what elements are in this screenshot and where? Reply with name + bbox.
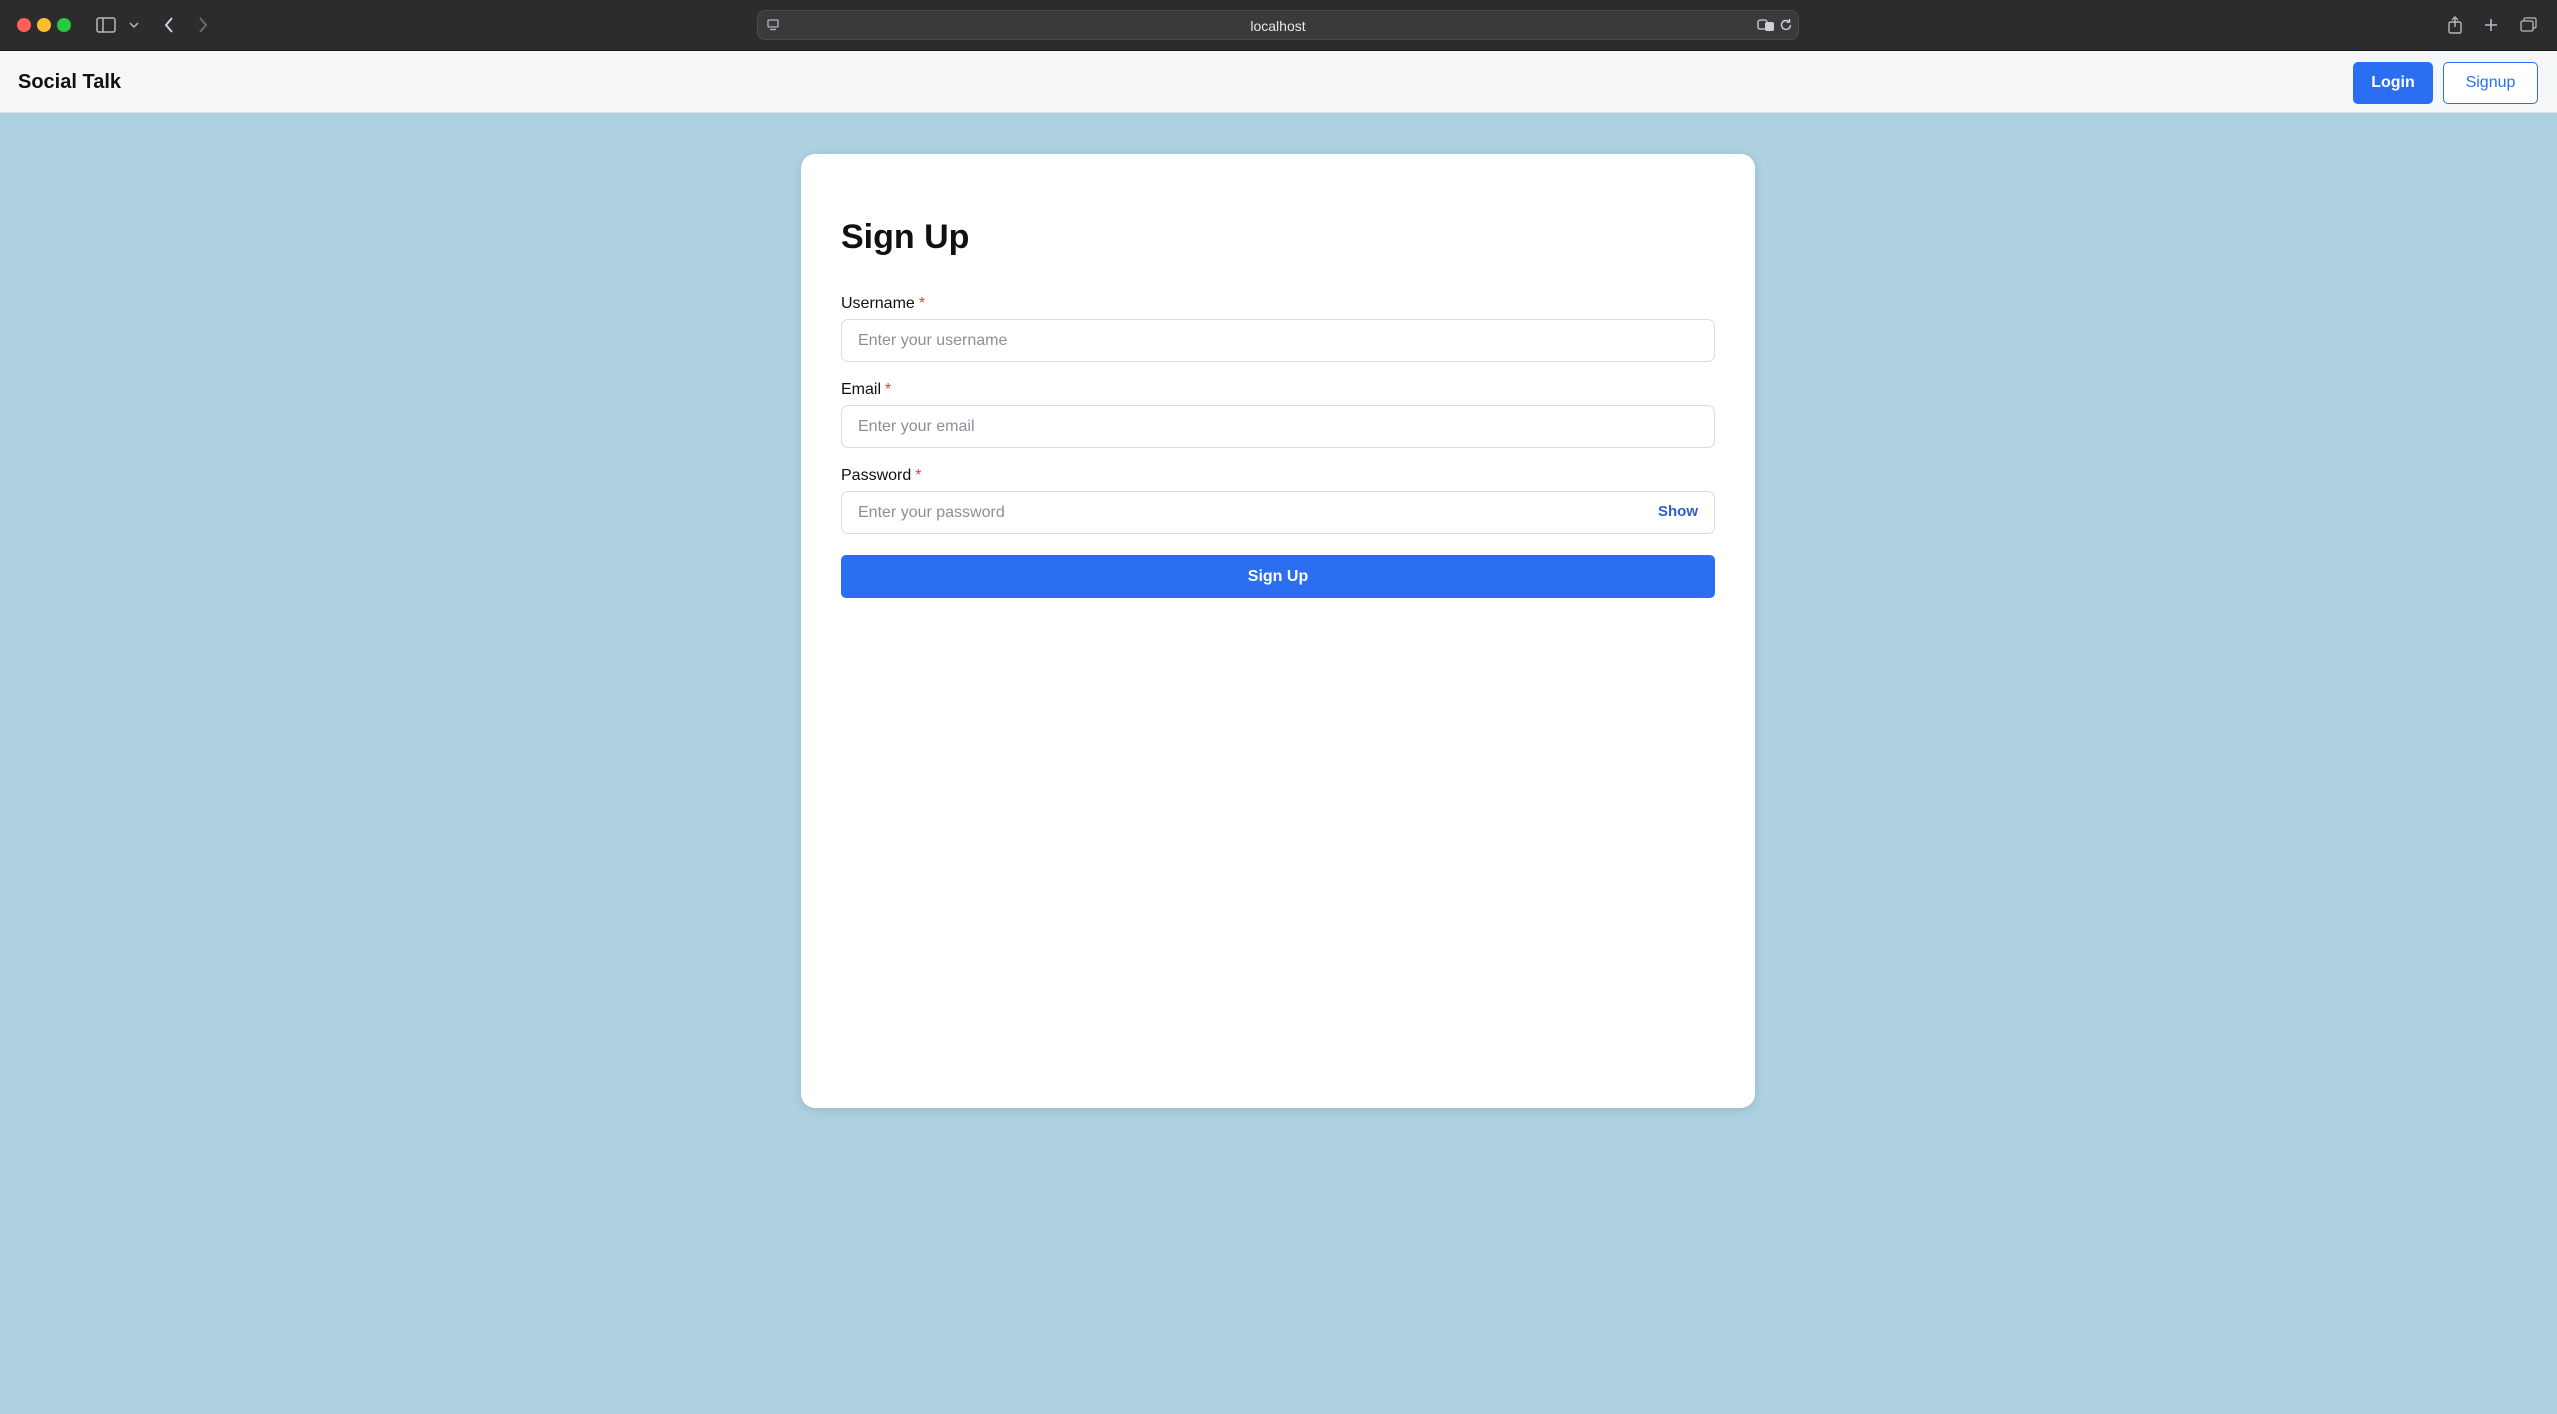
app-navbar: Social Talk Login Signup [0, 51, 2557, 113]
password-label-text: Password [841, 467, 912, 484]
chevron-down-icon[interactable] [126, 12, 142, 38]
forward-icon[interactable] [192, 12, 214, 38]
signup-submit-button[interactable]: Sign Up [841, 555, 1715, 598]
username-label-text: Username [841, 295, 915, 312]
sidebar-icon[interactable] [94, 12, 118, 38]
required-marker: * [915, 467, 922, 484]
username-label: Username * [841, 295, 925, 313]
email-input[interactable] [841, 405, 1715, 448]
signup-card: Sign Up Username* Email* Password* Show … [801, 154, 1755, 1108]
signup-button[interactable]: Signup [2443, 62, 2538, 104]
reload-icon[interactable] [1779, 18, 1793, 37]
browser-toolbar: localhost [0, 0, 2557, 51]
translate-icon[interactable] [1757, 18, 1775, 37]
new-tab-icon[interactable] [2480, 12, 2502, 38]
password-input[interactable] [841, 491, 1715, 534]
required-marker: * [918, 295, 926, 312]
email-label-text: Email [841, 381, 882, 398]
show-password-button[interactable]: Show [1658, 502, 1698, 522]
login-button[interactable]: Login [2353, 62, 2433, 104]
window-maximize-button[interactable] [57, 18, 71, 32]
back-icon[interactable] [158, 12, 180, 38]
share-icon[interactable] [2444, 12, 2466, 38]
email-label: Email * [841, 381, 891, 399]
brand-logo-text[interactable]: Social Talk [18, 51, 121, 113]
username-input[interactable] [841, 319, 1715, 362]
window-minimize-button[interactable] [37, 18, 51, 32]
url-text[interactable]: localhost [758, 11, 1798, 41]
address-bar[interactable]: localhost [757, 10, 1799, 40]
window-close-button[interactable] [17, 18, 31, 32]
page-title: Sign Up [841, 218, 970, 256]
password-label: Password * [841, 467, 921, 485]
required-marker: * [885, 381, 892, 398]
tabs-overview-icon[interactable] [2518, 12, 2540, 38]
